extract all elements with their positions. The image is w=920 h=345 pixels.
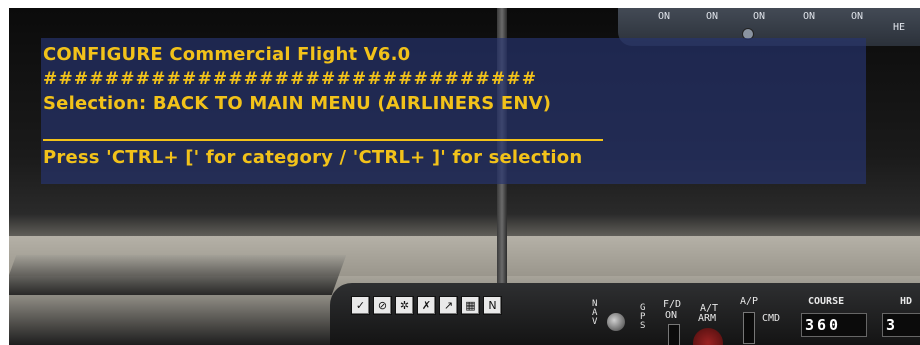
fd-label: F/D (663, 299, 682, 310)
glareshield-reflection (1, 255, 347, 295)
cmd-label: CMD (762, 313, 781, 324)
fd-switch[interactable] (668, 324, 680, 345)
menu-instructions: Press 'CTRL+ [' for category / 'CTRL+ ]'… (43, 147, 583, 168)
overhead-on-label: ON (658, 11, 671, 22)
heading-label: HD (900, 296, 913, 307)
overhead-on-label: ON (851, 11, 864, 22)
nav-label: NAV (592, 299, 598, 327)
icon-toolbar: ✓ ⊘ ✲ ✗ ↗ ▦ N (351, 296, 502, 315)
flight-sim-cockpit-view: ON ON ON ON ON HE CONFIGURE Commercial F… (0, 0, 920, 345)
fd-state: ON (665, 310, 678, 321)
course-display[interactable]: 360 (801, 313, 867, 337)
menu-selection: Selection: BACK TO MAIN MENU (AIRLINERS … (43, 93, 552, 114)
overhead-on-label: ON (706, 11, 719, 22)
overhead-on-label: ON (803, 11, 816, 22)
radio-icon[interactable]: ▦ (461, 296, 480, 315)
tools-icon[interactable]: ✗ (417, 296, 436, 315)
ap-label: A/P (740, 296, 759, 307)
course-label: COURSE (808, 296, 845, 307)
checkmark-icon[interactable]: ✓ (351, 296, 370, 315)
menu-title: CONFIGURE Commercial Flight V6.0 (43, 44, 411, 65)
nav-selector-knob[interactable] (607, 313, 625, 331)
overhead-on-label: ON (753, 11, 766, 22)
heading-display[interactable]: 3 (882, 313, 920, 337)
overhead-partial-label: HE (893, 22, 906, 33)
nav-icon[interactable]: N (483, 296, 502, 315)
at-state: ARM (698, 313, 717, 324)
ap-cmd-switch[interactable] (743, 312, 755, 344)
image-border-left (0, 0, 9, 345)
chart-icon[interactable]: ↗ (439, 296, 458, 315)
no-entry-icon[interactable]: ⊘ (373, 296, 392, 315)
menu-separator-hashes: ################################ (43, 69, 538, 89)
image-border-top (0, 0, 920, 8)
gps-label: GPS (640, 303, 646, 331)
gear-icon[interactable]: ✲ (395, 296, 414, 315)
menu-divider-line (43, 139, 603, 141)
